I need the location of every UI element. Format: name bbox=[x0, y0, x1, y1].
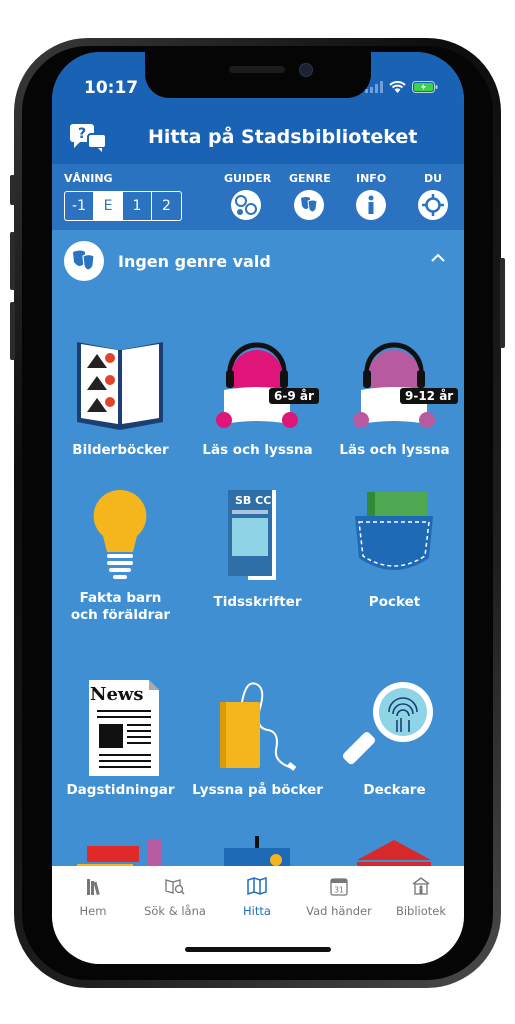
crosshair-icon bbox=[422, 194, 444, 216]
tile-caption: Pocket bbox=[368, 594, 421, 610]
tile-caption: Läs och lyssna bbox=[202, 442, 313, 458]
genre-button[interactable] bbox=[294, 190, 324, 220]
theater-masks-icon bbox=[301, 197, 318, 213]
tab-label: Hem bbox=[79, 904, 107, 918]
app-screen: 10:17 ? Hitta på Stadsbiblioteket VÅNING… bbox=[52, 52, 464, 964]
page-title: Hitta på Stadsbiblioteket bbox=[148, 126, 418, 148]
guides-button[interactable] bbox=[231, 190, 261, 220]
tab-label: Bibliotek bbox=[395, 904, 447, 918]
floor-toolbar: VÅNING -1 E 1 2 GUIDER GENRE INFO DU bbox=[52, 164, 464, 230]
tab-library[interactable]: Bibliotek bbox=[380, 876, 462, 918]
tab-find[interactable]: Hitta bbox=[216, 876, 298, 918]
tile-caption: Tidsskrifter bbox=[213, 594, 302, 610]
status-time: 10:17 bbox=[84, 78, 139, 98]
speaker bbox=[229, 66, 285, 73]
battery-icon bbox=[412, 81, 438, 93]
info-icon bbox=[368, 195, 374, 214]
genre-selector[interactable]: Ingen genre vald bbox=[52, 230, 464, 296]
theater-masks-icon bbox=[73, 250, 95, 271]
tab-home[interactable]: Hem bbox=[52, 876, 134, 918]
floor-button-1[interactable]: 1 bbox=[123, 192, 152, 220]
pocket-icon bbox=[355, 492, 433, 570]
map-icon bbox=[247, 876, 267, 896]
tab-events[interactable]: 31 Vad händer bbox=[298, 876, 380, 918]
info-button[interactable] bbox=[356, 190, 386, 220]
mute-switch bbox=[10, 175, 15, 205]
power-button bbox=[500, 258, 505, 348]
floor-selector: -1 E 1 2 bbox=[64, 191, 182, 221]
tile-caption: Deckare bbox=[363, 782, 426, 798]
genre-badge bbox=[64, 241, 104, 281]
genre-value: Ingen genre vald bbox=[118, 252, 271, 271]
chevron-up-icon[interactable] bbox=[430, 252, 446, 264]
tile-caption: Lyssna på böcker bbox=[192, 782, 323, 798]
tile-caption: Dagstidningar bbox=[66, 782, 175, 798]
floor-button-e[interactable]: E bbox=[94, 192, 123, 220]
age-badge: 9-12 år bbox=[400, 388, 459, 404]
lightbulb-icon bbox=[93, 489, 147, 579]
tile-caption-line2: och föräldrar bbox=[70, 607, 171, 623]
age-badge: 6-9 år bbox=[269, 388, 319, 404]
guides-icon bbox=[235, 195, 257, 215]
home-indicator[interactable] bbox=[185, 947, 331, 952]
you-label: DU bbox=[424, 172, 443, 185]
guides-label: GUIDER bbox=[224, 172, 272, 185]
tile-caption-line1: Fakta barn bbox=[79, 590, 162, 606]
read-listen-icon bbox=[216, 342, 298, 428]
svg-text:?: ? bbox=[78, 126, 86, 142]
tab-label: Vad händer bbox=[306, 904, 372, 918]
calendar-icon: 31 bbox=[330, 878, 348, 896]
tile-caption: Läs och lyssna bbox=[339, 442, 450, 458]
magnifier-fingerprint-icon bbox=[342, 682, 433, 765]
calendar-day: 31 bbox=[334, 886, 344, 895]
library-icon bbox=[412, 877, 430, 895]
info-label: INFO bbox=[356, 172, 387, 185]
tab-label: Sök & låna bbox=[144, 904, 206, 918]
tab-search-borrow[interactable]: Sök & låna bbox=[134, 876, 216, 918]
search-book-icon bbox=[165, 879, 185, 895]
floor-label: VÅNING bbox=[64, 172, 113, 185]
floor-button-minus1[interactable]: -1 bbox=[65, 192, 94, 220]
app-header: ? Hitta på Stadsbiblioteket bbox=[52, 114, 464, 164]
audiobook-icon bbox=[220, 682, 297, 771]
wifi-icon bbox=[389, 81, 406, 93]
newspaper-masthead: News bbox=[90, 684, 144, 705]
tile-caption: Bilderböcker bbox=[72, 442, 169, 458]
genre-label: GENRE bbox=[289, 172, 331, 185]
volume-up-button bbox=[10, 232, 15, 290]
tab-label: Hitta bbox=[243, 904, 271, 918]
notch bbox=[145, 52, 371, 98]
picture-book-icon bbox=[77, 342, 163, 430]
magazine-label: SB CC bbox=[235, 494, 272, 507]
tab-bar: Hem Sök & låna Hitta 31 Vad händer Bibli… bbox=[52, 866, 464, 964]
location-button[interactable] bbox=[418, 190, 448, 220]
status-icons bbox=[365, 81, 438, 93]
front-camera bbox=[299, 63, 313, 77]
chat-question-icon[interactable]: ? bbox=[68, 122, 108, 154]
home-books-icon bbox=[87, 879, 100, 896]
floor-button-2[interactable]: 2 bbox=[152, 192, 181, 220]
volume-down-button bbox=[10, 302, 15, 360]
read-listen-icon bbox=[353, 342, 435, 428]
